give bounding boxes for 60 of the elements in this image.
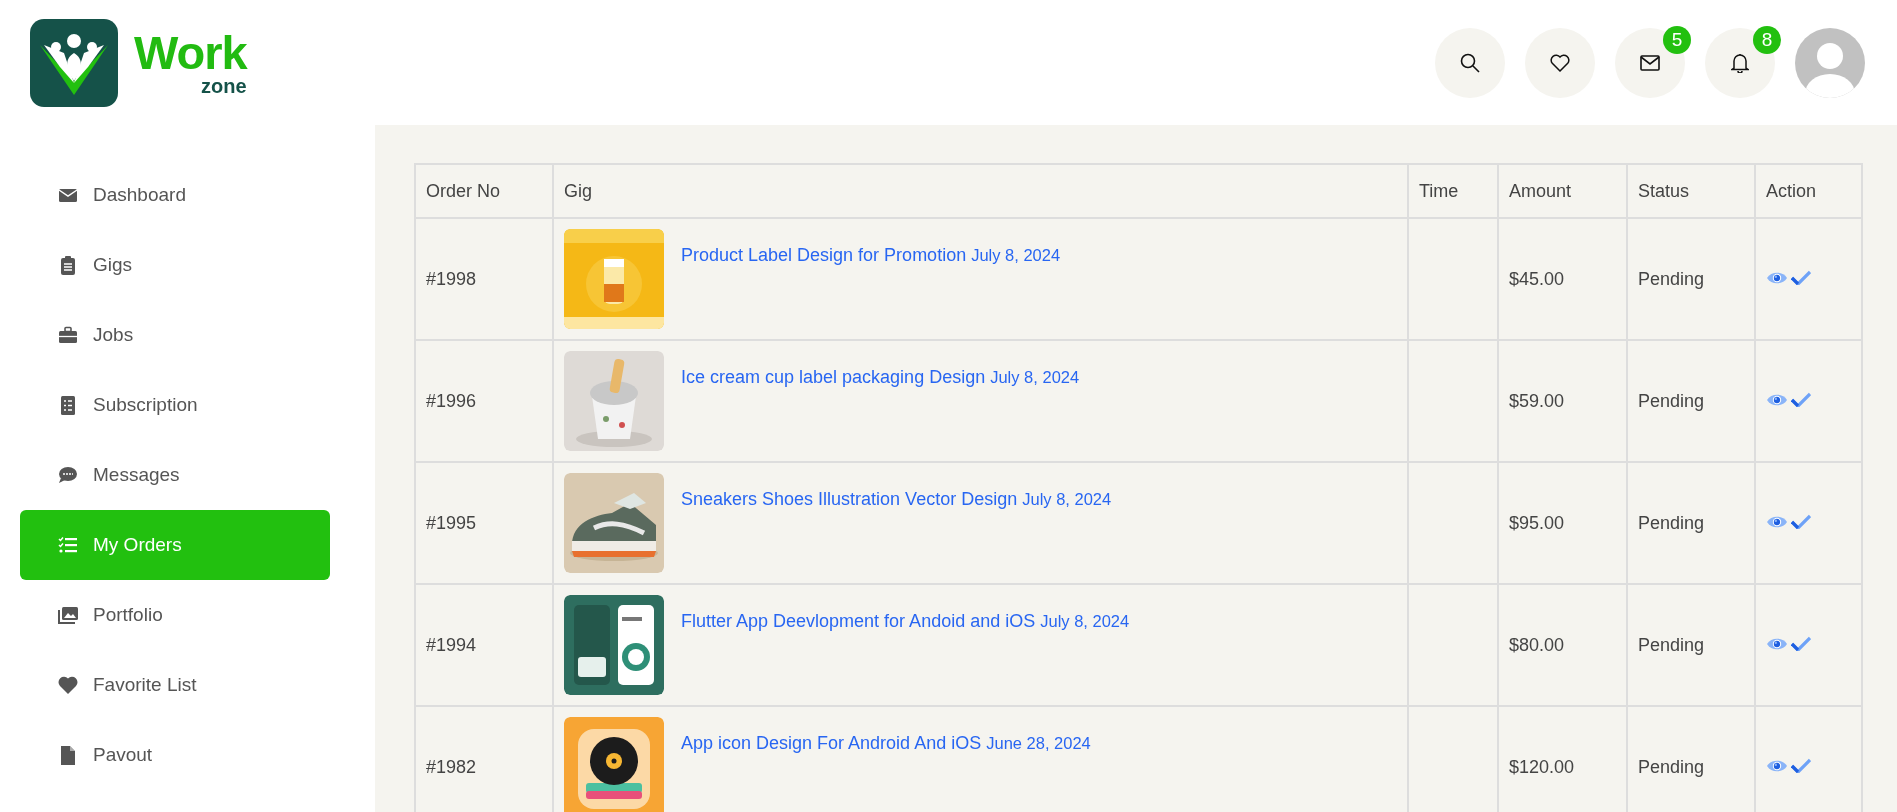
check-icon[interactable]	[1791, 514, 1811, 529]
amount-cell: $80.00	[1498, 584, 1627, 706]
order-number: #1996	[415, 340, 553, 462]
sidebar-item[interactable]: Gigs	[20, 230, 330, 300]
logo-icon	[30, 18, 118, 107]
view-icon[interactable]	[1766, 636, 1788, 651]
check-icon[interactable]	[1791, 392, 1811, 407]
status-cell: Pending	[1627, 584, 1755, 706]
column-header: Time	[1408, 164, 1498, 218]
view-icon[interactable]	[1766, 270, 1788, 285]
column-header: Gig	[553, 164, 1408, 218]
amount-cell: $95.00	[1498, 462, 1627, 584]
briefcase-icon	[57, 324, 79, 346]
gig-title-link[interactable]: App icon Design For Android And iOS	[681, 733, 982, 753]
order-number: #1994	[415, 584, 553, 706]
sidebar-item[interactable]: Messages	[20, 440, 330, 510]
gig-title-link[interactable]: Ice cream cup label packaging Design	[681, 367, 986, 387]
check-icon[interactable]	[1791, 636, 1811, 651]
column-header: Action	[1755, 164, 1862, 218]
order-number: #1982	[415, 706, 553, 812]
envelope-icon	[1640, 54, 1660, 71]
view-icon[interactable]	[1766, 514, 1788, 529]
sidebar-item[interactable]: Pavout	[20, 720, 330, 790]
view-icon[interactable]	[1766, 758, 1788, 773]
status-cell: Pending	[1627, 340, 1755, 462]
heart-icon	[1550, 53, 1570, 72]
search-icon	[1460, 52, 1480, 73]
gig-date: July 8, 2024	[1022, 490, 1112, 508]
gig-date: July 8, 2024	[990, 368, 1080, 386]
gig-title-link[interactable]: Flutter App Deevlopment for Andoid and iOS	[681, 611, 1036, 631]
sidebar-item[interactable]: Favorite List	[20, 650, 330, 720]
images-icon	[57, 604, 79, 626]
count-badge: 5	[1663, 25, 1691, 54]
order-number: #1995	[415, 462, 553, 584]
check-icon[interactable]	[1791, 758, 1811, 773]
amount-cell: $45.00	[1498, 218, 1627, 340]
amount-cell: $59.00	[1498, 340, 1627, 462]
sidebar-item[interactable]: Dashboard	[20, 160, 330, 230]
column-header: Order No	[415, 164, 553, 218]
status-cell: Pending	[1627, 462, 1755, 584]
bell-icon	[1731, 52, 1749, 73]
heart-icon	[57, 674, 79, 696]
check-icon[interactable]	[1791, 270, 1811, 285]
order-number: #1998	[415, 218, 553, 340]
column-header: Amount	[1498, 164, 1627, 218]
brand-tagline: zone	[200, 76, 247, 96]
sidebar-item[interactable]: Jobs	[20, 300, 330, 370]
chat-bubble-icon	[57, 464, 79, 486]
gig-date: July 8, 2024	[971, 246, 1061, 264]
count-badge: 8	[1753, 25, 1781, 54]
gig-date: June 28, 2024	[986, 734, 1091, 752]
gig-title-link[interactable]: Sneakers Shoes Illustration Vector Design	[681, 489, 1018, 509]
view-icon[interactable]	[1766, 392, 1788, 407]
sidebar-item[interactable]: Subscription	[20, 370, 330, 440]
status-cell: Pending	[1627, 218, 1755, 340]
gig-title-link[interactable]: Product Label Design for Promotion	[681, 245, 967, 265]
column-header: Status	[1627, 164, 1755, 218]
sidebar-item[interactable]: Portfolio	[20, 580, 330, 650]
gig-date: July 8, 2024	[1040, 612, 1130, 630]
brand-name: Work	[134, 29, 247, 76]
